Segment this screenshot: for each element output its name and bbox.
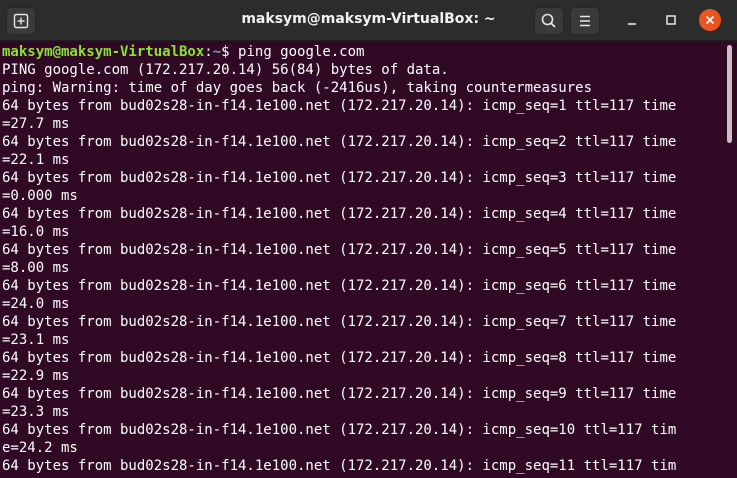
hamburger-menu-icon: [580, 15, 590, 27]
terminal-window: maksym@maksym-VirtualBox: ~ maksym@maksy…: [0, 0, 737, 478]
title-bar: maksym@maksym-VirtualBox: ~: [0, 0, 737, 41]
scrollbar[interactable]: [724, 41, 737, 478]
output-line: =8.00 ms: [2, 260, 70, 276]
new-tab-icon: [13, 13, 29, 29]
close-button[interactable]: [699, 9, 721, 31]
output-line: 64 bytes from bud02s28-in-f14.1e100.net …: [2, 242, 677, 258]
output-line: 64 bytes from bud02s28-in-f14.1e100.net …: [2, 386, 677, 402]
output-line: PING google.com (172.217.20.14) 56(84) b…: [2, 62, 449, 78]
prompt-line: maksym@maksym-VirtualBox:~$ ping google.…: [0, 43, 724, 61]
new-tab-button[interactable]: [6, 7, 36, 35]
search-button[interactable]: [534, 7, 564, 35]
prompt-symbol: $: [221, 44, 239, 60]
output-line: =16.0 ms: [2, 224, 70, 240]
output-line: =23.1 ms: [2, 332, 70, 348]
output-line: =27.7 ms: [2, 116, 70, 132]
output-line: =22.9 ms: [2, 368, 70, 384]
output-line: 64 bytes from bud02s28-in-f14.1e100.net …: [2, 422, 677, 438]
output-line: 64 bytes from bud02s28-in-f14.1e100.net …: [2, 350, 677, 366]
output-line: e=24.2 ms: [2, 440, 78, 456]
output-line: ping: Warning: time of day goes back (-2…: [2, 80, 593, 96]
output-line: 64 bytes from bud02s28-in-f14.1e100.net …: [2, 458, 677, 474]
minimize-button[interactable]: [621, 9, 643, 31]
output-line: =22.1 ms: [2, 152, 70, 168]
output-line: =24.0 ms: [2, 296, 70, 312]
minimize-icon: [628, 23, 636, 25]
prompt-separator: :: [204, 44, 213, 60]
terminal-output[interactable]: maksym@maksym-VirtualBox:~$ ping google.…: [0, 41, 724, 478]
output-line: 64 bytes from bud02s28-in-f14.1e100.net …: [2, 314, 677, 330]
output-line: =0.000 ms: [2, 188, 78, 204]
output-line: 64 bytes from bud02s28-in-f14.1e100.net …: [2, 206, 677, 222]
prompt-user-host: maksym@maksym-VirtualBox: [2, 44, 205, 60]
prompt-path: ~: [212, 44, 222, 60]
maximize-icon: [666, 15, 676, 25]
search-icon: [541, 13, 556, 28]
output-line: =23.3 ms: [2, 404, 70, 420]
output-line: 64 bytes from bud02s28-in-f14.1e100.net …: [2, 98, 677, 114]
menu-button[interactable]: [570, 7, 600, 35]
close-icon: [705, 15, 715, 25]
scrollbar-thumb[interactable]: [727, 45, 732, 143]
maximize-button[interactable]: [660, 9, 682, 31]
output-line: 64 bytes from bud02s28-in-f14.1e100.net …: [2, 278, 677, 294]
prompt-command: ping google.com: [238, 44, 365, 60]
output-line: 64 bytes from bud02s28-in-f14.1e100.net …: [2, 134, 677, 150]
output-line: 64 bytes from bud02s28-in-f14.1e100.net …: [2, 170, 677, 186]
